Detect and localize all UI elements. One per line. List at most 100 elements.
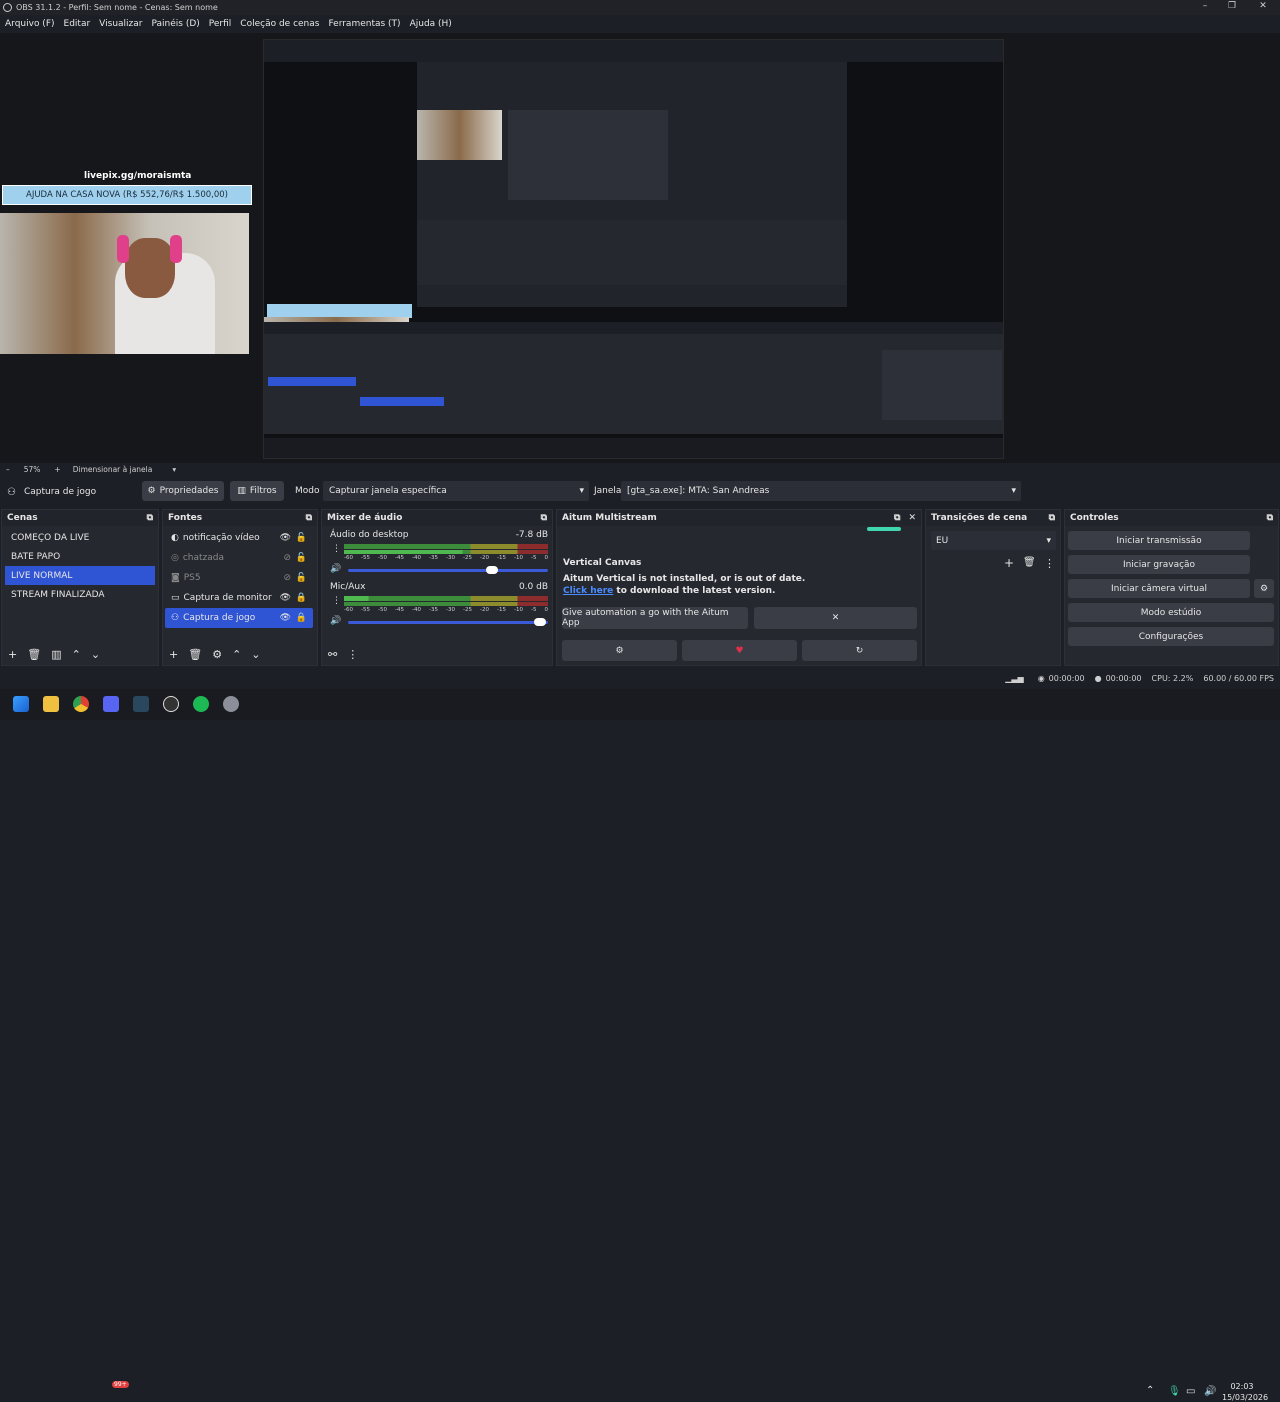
start-virtual-camera-button[interactable]: Iniciar câmera virtual xyxy=(1068,579,1250,598)
undock-icon[interactable]: ⧉ xyxy=(147,513,153,523)
aitum-refresh-button[interactable]: ↻ xyxy=(802,640,917,661)
studio-mode-button[interactable]: Modo estúdio xyxy=(1068,603,1274,622)
undock-icon[interactable]: ⧉ xyxy=(1049,513,1055,523)
volume-slider-handle[interactable] xyxy=(534,618,546,626)
aitum-heart-button[interactable]: ♥ xyxy=(682,640,797,661)
zoom-mode[interactable]: Dimensionar à janela xyxy=(73,465,153,474)
window-select[interactable]: [gta_sa.exe]: MTA: San Andreas ▾ xyxy=(621,481,1021,501)
preview-canvas[interactable]: livepix.gg/moraismta AJUDA NA CASA NOVA … xyxy=(0,33,1280,463)
discord-icon[interactable] xyxy=(103,696,119,712)
clock-date[interactable]: 15/03/2026 xyxy=(1222,1393,1268,1402)
chevron-up-icon[interactable]: ⌃ xyxy=(1146,1385,1154,1396)
add-icon[interactable]: + xyxy=(8,648,17,661)
windows-start-icon[interactable] xyxy=(13,696,29,712)
filter-icon[interactable]: ▥ xyxy=(51,648,61,661)
trash-icon[interactable]: 🗑 xyxy=(188,648,202,661)
close-icon[interactable]: ✕ xyxy=(908,513,916,523)
unlock-icon[interactable]: 🔓 xyxy=(296,573,307,583)
eye-hidden-icon[interactable]: ⊘ xyxy=(283,573,291,583)
clock-time[interactable]: 02:03 xyxy=(1222,1382,1262,1391)
start-streaming-button[interactable]: Iniciar transmissão xyxy=(1068,531,1250,550)
eye-icon[interactable]: 👁 xyxy=(280,593,291,603)
minimize-icon[interactable]: – xyxy=(1192,0,1218,15)
aitum-settings-button[interactable]: ⚙ xyxy=(562,640,677,661)
settings-button[interactable]: Configurações xyxy=(1068,627,1274,646)
virtual-camera-settings-button[interactable]: ⚙ xyxy=(1254,579,1274,598)
maximize-icon[interactable]: ❐ xyxy=(1219,0,1245,15)
transition-select[interactable]: EU ▾ xyxy=(931,531,1056,550)
kebab-icon[interactable]: ⋮ xyxy=(1044,557,1055,570)
menu-item-perfil[interactable]: Perfil xyxy=(209,19,232,29)
chevron-up-icon[interactable]: ⌃ xyxy=(72,648,81,661)
channel-db: 0.0 dB xyxy=(518,582,548,592)
speaker-icon[interactable]: 🔊 xyxy=(330,564,341,574)
scene-item[interactable]: STREAM FINALIZADA xyxy=(5,585,155,604)
menu-item-arquivo[interactable]: Arquivo (F) xyxy=(5,19,55,29)
steam-icon[interactable] xyxy=(133,696,149,712)
zoom-plus-button[interactable]: + xyxy=(54,465,60,474)
eye-icon[interactable]: 👁 xyxy=(280,533,291,543)
livepix-url: livepix.gg/moraismta xyxy=(84,171,192,181)
unlock-icon[interactable]: 🔓 xyxy=(296,553,307,563)
volume-slider[interactable] xyxy=(348,621,548,624)
scene-item[interactable]: LIVE NORMAL xyxy=(5,566,155,585)
automation-button[interactable]: Give automation a go with the Aitum App xyxy=(562,607,748,629)
gear-icon[interactable]: ⚙ xyxy=(212,648,222,661)
chevron-down-icon: ▾ xyxy=(579,486,584,496)
spotify-icon[interactable] xyxy=(193,696,209,712)
trash-icon[interactable]: 🗑 xyxy=(27,648,41,661)
start-recording-button[interactable]: Iniciar gravação xyxy=(1068,555,1250,574)
kebab-icon[interactable]: ⋮ xyxy=(332,544,341,554)
kebab-icon[interactable]: ⋮ xyxy=(332,596,341,606)
unlock-icon[interactable]: 🔓 xyxy=(296,533,307,543)
chevron-down-icon[interactable]: ⌄ xyxy=(91,648,100,661)
menu-item-visualizar[interactable]: Visualizar xyxy=(99,19,142,29)
undock-icon[interactable]: ⧉ xyxy=(306,513,312,523)
filters-button[interactable]: ▥ Filtros xyxy=(230,481,284,501)
close-icon[interactable]: ✕ xyxy=(1250,0,1276,15)
link-icon[interactable]: ⚯ xyxy=(328,648,337,661)
scene-item[interactable]: COMEÇO DA LIVE xyxy=(5,528,155,547)
eye-hidden-icon[interactable]: ⊘ xyxy=(283,553,291,563)
undock-icon[interactable]: ⧉ xyxy=(894,513,900,523)
settings-icon[interactable] xyxy=(223,696,239,712)
file-explorer-icon[interactable] xyxy=(43,696,59,712)
source-item[interactable]: ⚇ Captura de jogo 👁 🔒 xyxy=(165,608,313,628)
source-item[interactable]: ▭ Captura de monitor 👁 🔒 xyxy=(165,588,313,608)
trash-icon[interactable]: 🗑 xyxy=(1023,557,1036,568)
properties-button[interactable]: ⚙ Propriedades xyxy=(142,481,224,501)
click-here-link[interactable]: Click here xyxy=(563,586,613,596)
menu-item-editar[interactable]: Editar xyxy=(64,19,91,29)
undock-icon[interactable]: ⧉ xyxy=(1267,513,1273,523)
source-item[interactable]: ◎ chatzada ⊘ 🔓 xyxy=(165,548,313,568)
scene-item[interactable]: BATE PAPO xyxy=(5,547,155,566)
zoom-minus-button[interactable]: – xyxy=(6,465,10,474)
kebab-icon[interactable]: ⋮ xyxy=(347,648,358,661)
menu-item-colecao[interactable]: Coleção de cenas xyxy=(240,19,319,29)
obs-icon[interactable] xyxy=(163,696,179,712)
volume-icon[interactable]: 🔊 xyxy=(1204,1386,1216,1397)
dismiss-button[interactable]: ✕ xyxy=(754,607,917,629)
chrome-icon[interactable] xyxy=(73,696,89,712)
volume-slider[interactable] xyxy=(348,569,548,572)
eye-icon[interactable]: 👁 xyxy=(280,613,291,623)
add-icon[interactable]: + xyxy=(1004,556,1014,570)
media-icon: ◐ xyxy=(171,533,179,543)
lock-icon[interactable]: 🔒 xyxy=(296,613,307,623)
menu-item-paineis[interactable]: Painéis (D) xyxy=(151,19,199,29)
menu-item-ferramentas[interactable]: Ferramentas (T) xyxy=(328,19,400,29)
microphone-icon[interactable]: 🎙 xyxy=(1168,1386,1181,1397)
menu-item-ajuda[interactable]: Ajuda (H) xyxy=(410,19,452,29)
lock-icon[interactable]: 🔒 xyxy=(296,593,307,603)
add-icon[interactable]: + xyxy=(169,648,178,661)
network-icon[interactable]: ▭ xyxy=(1186,1386,1195,1397)
chevron-down-icon[interactable]: ▾ xyxy=(172,465,176,474)
chevron-up-icon[interactable]: ⌃ xyxy=(232,648,241,661)
undock-icon[interactable]: ⧉ xyxy=(541,513,547,523)
volume-slider-handle[interactable] xyxy=(486,566,498,574)
chevron-down-icon[interactable]: ⌄ xyxy=(251,648,260,661)
source-item[interactable]: ◐ notificação vídeo 👁 🔓 xyxy=(165,528,313,548)
mode-select[interactable]: Capturar janela específica ▾ xyxy=(323,481,589,501)
source-item[interactable]: ◙ PS5 ⊘ 🔓 xyxy=(165,568,313,588)
speaker-icon[interactable]: 🔊 xyxy=(330,616,341,626)
